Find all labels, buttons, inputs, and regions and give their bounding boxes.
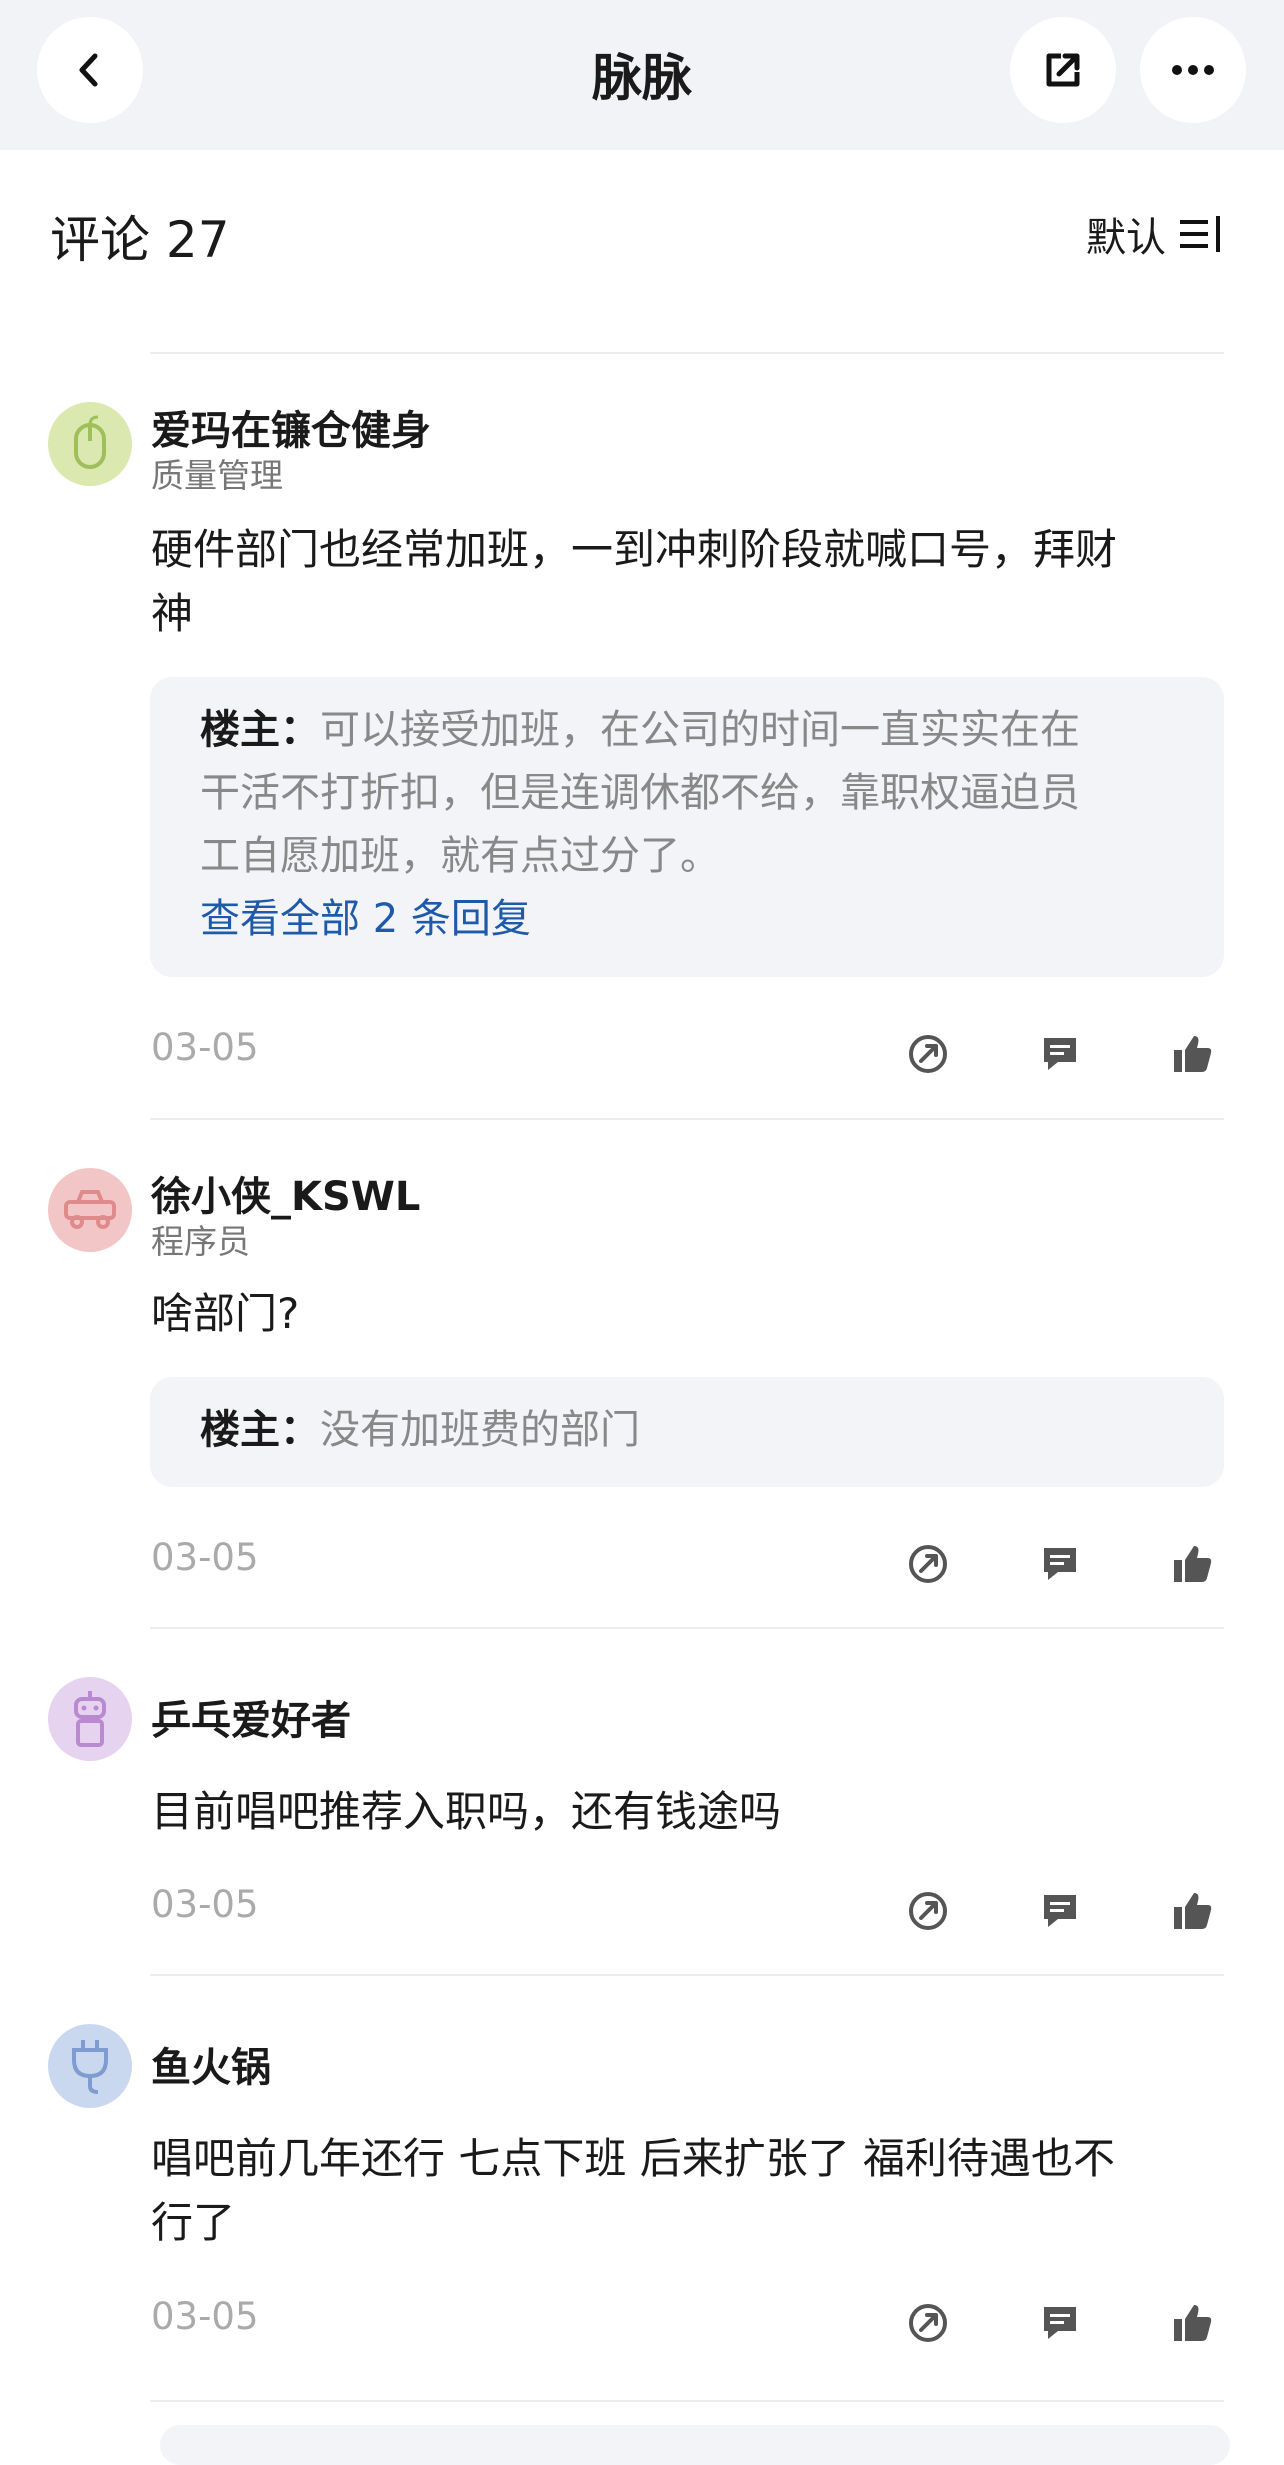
reply-text: 可以接受加班，在公司的时间一直实实在在 [320, 707, 1080, 753]
user-title: 质量管理 [151, 456, 283, 495]
share-button[interactable] [1010, 17, 1116, 123]
more-button[interactable] [1140, 17, 1246, 123]
top-bar: 脉脉 [0, 0, 1284, 150]
like-button[interactable] [1168, 1887, 1216, 1935]
username[interactable]: 乒乓爱好者 [151, 1688, 351, 1746]
username[interactable]: 鱼火锅 [151, 2035, 271, 2093]
sort-button[interactable]: 默认 [1086, 205, 1224, 263]
username[interactable]: 徐小侠_KSWL [151, 1164, 420, 1222]
reply-button[interactable] [1036, 1030, 1084, 1078]
divider [150, 2400, 1224, 2402]
comment-text-line: 目前唱吧推荐入职吗，还有钱途吗 [151, 1787, 782, 1836]
thumbs-up-icon [1174, 1036, 1212, 1072]
forward-button[interactable] [904, 1540, 952, 1588]
sort-icon [1180, 216, 1220, 252]
like-button[interactable] [1168, 2299, 1216, 2347]
comment-text-line: 行了 [151, 2198, 236, 2247]
forward-icon [909, 1545, 947, 1583]
comments-count: 评论 27 [50, 211, 230, 269]
comment-icon [1044, 1038, 1076, 1070]
divider [150, 1974, 1224, 1976]
car-icon [64, 1190, 116, 1229]
thumbs-up-icon [1174, 1893, 1212, 1929]
thumbs-up-icon [1174, 2305, 1212, 2341]
more-icon [1172, 65, 1214, 75]
mouse-icon [74, 415, 106, 469]
comment-date: 03-05 [151, 1883, 259, 1926]
username[interactable]: 爱玛在镰仓健身 [151, 398, 431, 456]
forward-icon [909, 2304, 947, 2342]
sort-label: 默认 [1086, 215, 1166, 261]
share-icon [1046, 53, 1080, 87]
reply-box[interactable]: 楼主：可以接受加班，在公司的时间一直实实在在 干活不打折扣，但是连调休都不给，靠… [150, 677, 1224, 977]
avatar[interactable] [48, 402, 132, 486]
reply-author: 楼主： [200, 707, 320, 753]
comment-text: 啥部门? [151, 1282, 1226, 1346]
reply-text: 没有加班费的部门 [320, 1407, 640, 1453]
reply-box[interactable]: 楼主：没有加班费的部门 [150, 1377, 1224, 1487]
comment-text: 唱吧前几年还行 七点下班 后来扩张了 福利待遇也不 行了 [151, 2127, 1226, 2255]
comment-text-line: 神 [151, 589, 194, 638]
forward-button[interactable] [904, 2299, 952, 2347]
avatar[interactable] [48, 1677, 132, 1761]
forward-button[interactable] [904, 1030, 952, 1078]
comment-icon [1044, 2307, 1076, 2339]
reply-button[interactable] [1036, 1887, 1084, 1935]
divider [150, 352, 1224, 354]
comment-text-line: 硬件部门也经常加班，一到冲刺阶段就喊口号，拜财 [151, 525, 1118, 574]
next-comment-preview [160, 2425, 1230, 2465]
avatar[interactable] [48, 2024, 132, 2108]
user-title: 程序员 [151, 1222, 250, 1261]
comment-text-line: 唱吧前几年还行 七点下班 后来扩张了 福利待遇也不 [151, 2134, 1116, 2183]
comment-icon [1044, 1895, 1076, 1927]
divider [150, 1118, 1224, 1120]
plug-icon [72, 2040, 108, 2094]
reply-line: 楼主：可以接受加班，在公司的时间一直实实在在 [200, 699, 1174, 762]
robot-icon [74, 1691, 106, 1747]
forward-icon [909, 1035, 947, 1073]
comment-date: 03-05 [151, 1026, 259, 1069]
comment-icon [1044, 1548, 1076, 1580]
forward-button[interactable] [904, 1887, 952, 1935]
comment-date: 03-05 [151, 2295, 259, 2338]
divider [150, 1627, 1224, 1629]
comment-text: 硬件部门也经常加班，一到冲刺阶段就喊口号，拜财 神 [151, 518, 1226, 646]
comment-date: 03-05 [151, 1536, 259, 1579]
reply-line: 干活不打折扣，但是连调休都不给，靠职权逼迫员 [200, 770, 1080, 816]
reply-button[interactable] [1036, 1540, 1084, 1588]
comment-text: 目前唱吧推荐入职吗，还有钱途吗 [151, 1780, 1226, 1844]
reply-line: 楼主：没有加班费的部门 [200, 1399, 1174, 1462]
view-all-replies-link[interactable]: 查看全部 2 条回复 [200, 888, 1174, 951]
avatar[interactable] [48, 1168, 132, 1252]
reply-line: 工自愿加班，就有点过分了。 [200, 833, 720, 879]
like-button[interactable] [1168, 1540, 1216, 1588]
thumbs-up-icon [1174, 1546, 1212, 1582]
comment-text-line: 啥部门? [151, 1289, 300, 1338]
reply-button[interactable] [1036, 2299, 1084, 2347]
reply-author: 楼主： [200, 1407, 320, 1453]
like-button[interactable] [1168, 1030, 1216, 1078]
forward-icon [909, 1892, 947, 1930]
